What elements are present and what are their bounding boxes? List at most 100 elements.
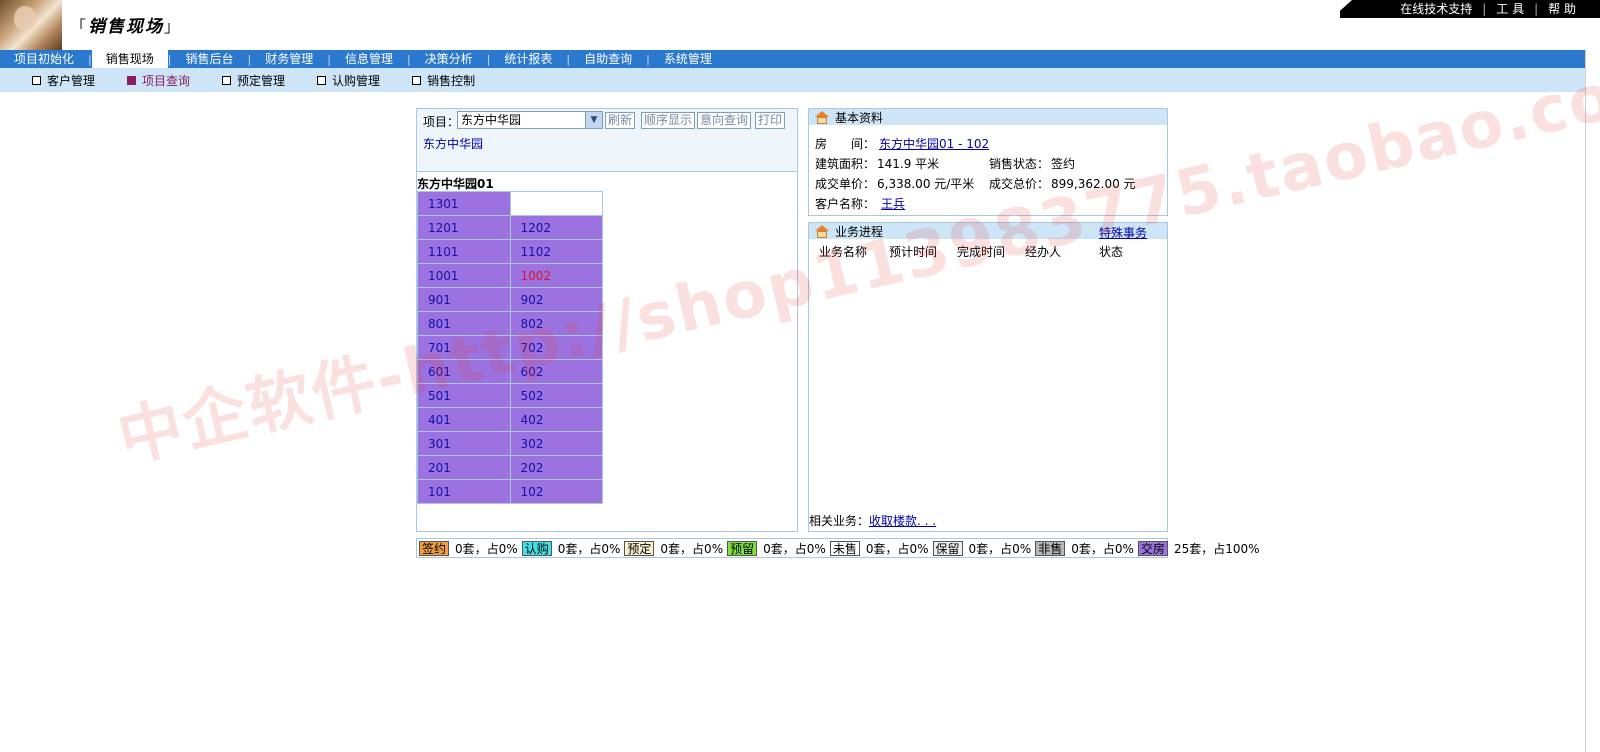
unit-cell-402[interactable]: 402 [509, 407, 603, 432]
area-value: 141.9 平米 [877, 157, 940, 171]
progress-panel: 业务进程 特殊事务 业务名称 预计时间 完成时间 经办人 状态 相关业务：收取楼… [808, 222, 1168, 532]
unit-cell-802[interactable]: 802 [509, 311, 603, 336]
unit-cell-602[interactable]: 602 [509, 359, 603, 384]
legend-swatch-4: 未售 [829, 540, 860, 556]
top-links-bar: 在线技术支持 | 工 具 | 帮 助 [1340, 0, 1600, 18]
main-nav: 项目初始化 | 销售现场 | 销售后台 | 财务管理 | 信息管理 | 决策分析… [0, 50, 1600, 68]
unit-cell-1202[interactable]: 1202 [509, 215, 603, 240]
project-select[interactable]: 东方中华园 ▼ [457, 111, 603, 129]
unit-cell-502[interactable]: 502 [509, 383, 603, 408]
customer-link[interactable]: 王兵 [881, 197, 905, 211]
total-price-row: 成交总价： 899,362.00 元 [989, 177, 1136, 191]
unit-cell-102[interactable]: 102 [509, 479, 603, 504]
unit-row: 1101 1102 [417, 239, 603, 264]
nav-reports[interactable]: 统计报表 [490, 50, 566, 68]
nav-sales-backend[interactable]: 销售后台 [171, 50, 247, 68]
checkbox-icon [32, 75, 41, 85]
unit-cell-901[interactable]: 901 [417, 287, 511, 312]
nav-finance[interactable]: 财务管理 [251, 50, 327, 68]
unit-row: 401 402 [417, 407, 603, 432]
collect-payment-link[interactable]: 收取楼款. . . [869, 514, 936, 528]
legend-count-1: 0套，占0% [557, 541, 621, 556]
app-header: 「销售现场」 在线技术支持 | 工 具 | 帮 助 [0, 0, 1600, 50]
refresh-button[interactable]: 刷新 [605, 112, 636, 129]
col-business-name: 业务名称 [819, 245, 868, 259]
nav-project-init[interactable]: 项目初始化 [0, 50, 88, 68]
unit-cell-902[interactable]: 902 [509, 287, 603, 312]
nav-decision[interactable]: 决策分析 [411, 50, 487, 68]
unit-cell-401[interactable]: 401 [417, 407, 511, 432]
room-row: 房 间： 东方中华园01 - 102 [815, 137, 990, 151]
unit-cell-601[interactable]: 601 [417, 359, 511, 384]
project-select-value: 东方中华园 [461, 113, 522, 127]
unit-cell-301[interactable]: 301 [417, 431, 511, 456]
checkbox-icon [317, 75, 327, 85]
nav-info[interactable]: 信息管理 [331, 50, 407, 68]
unit-cell-1001[interactable]: 1001 [417, 263, 511, 288]
legend-count-0: 0套，占0% [455, 541, 518, 556]
tools-link[interactable]: 工 具 [1496, 2, 1524, 16]
status-value: 签约 [1051, 157, 1076, 171]
subnav-sales-control[interactable]: 销售控制 [412, 72, 475, 89]
sequence-display-button[interactable]: 顺序显示 [641, 112, 696, 129]
intent-query-button[interactable]: 意向查询 [697, 112, 752, 129]
project-label: 项目： [423, 115, 460, 129]
subnav-project-query[interactable]: 项目查询 [127, 72, 190, 89]
room-link[interactable]: 东方中华园01 - 102 [879, 137, 989, 151]
house-icon [815, 224, 829, 238]
help-link[interactable]: 帮 助 [1548, 2, 1576, 16]
building-title: 东方中华园01 [417, 177, 494, 191]
basic-info-title: 基本资料 [835, 110, 884, 125]
page-scroll-edge [1585, 50, 1600, 752]
unit-cell-702[interactable]: 702 [509, 335, 603, 360]
subnav-subscription[interactable]: 认购管理 [317, 72, 380, 89]
unit-cell-201[interactable]: 201 [417, 455, 511, 480]
unit-cell-1002[interactable]: 1002 [509, 263, 603, 288]
related-business: 相关业务：收取楼款. . . [809, 514, 937, 528]
unit-row: 501 502 [417, 383, 603, 408]
unit-cell-801[interactable]: 801 [417, 311, 511, 336]
unit-cell-302[interactable]: 302 [509, 431, 603, 456]
unit-panel: 项目： 东方中华园 ▼ 刷新 顺序显示 意向查询 打印 东方中华园 东方中华园0… [416, 108, 798, 532]
chevron-down-icon[interactable]: ▼ [585, 112, 602, 128]
subnav-reservation[interactable]: 预定管理 [222, 72, 285, 89]
print-button[interactable]: 打印 [755, 112, 786, 129]
unit-cell-1201[interactable]: 1201 [417, 215, 511, 240]
legend-swatch-7: 交房 [1137, 540, 1168, 556]
online-support-link[interactable]: 在线技术支持 [1400, 2, 1472, 16]
legend-swatch-6: 非售 [1035, 540, 1066, 556]
subnav-customer[interactable]: 客户管理 [32, 72, 95, 89]
unit-row: 1001 1002 [417, 263, 603, 288]
unit-price-value: 6,338.00 元/平米 [877, 177, 975, 191]
basic-info-panel: 基本资料 房 间： 东方中华园01 - 102 建筑面积： 141.9 平米 销售状… [808, 108, 1168, 216]
area-row: 建筑面积： 141.9 平米 [815, 157, 940, 171]
unit-row: 601 602 [417, 359, 603, 384]
col-handler: 经办人 [1025, 245, 1062, 259]
project-toolbar: 项目： 东方中华园 ▼ 刷新 顺序显示 意向查询 打印 东方中华园 [417, 109, 797, 172]
checkbox-icon [222, 75, 232, 85]
unit-cell-101[interactable]: 101 [417, 479, 511, 504]
col-planned-time: 预计时间 [889, 245, 938, 259]
unit-cell-202[interactable]: 202 [509, 455, 603, 480]
checkbox-filled-icon [127, 75, 137, 85]
unit-row: 801 802 [417, 311, 603, 336]
unit-row: 101 102 [417, 479, 603, 504]
unit-cell-1101[interactable]: 1101 [417, 239, 511, 264]
unit-cell-701[interactable]: 701 [417, 335, 511, 360]
legend-count-5: 0套，占0% [968, 541, 1032, 556]
unit-cell-1102[interactable]: 1102 [509, 239, 603, 264]
unit-row: 901 902 [417, 287, 603, 312]
project-name-link[interactable]: 东方中华园 [423, 135, 483, 152]
nav-sales-site[interactable]: 销售现场 [91, 50, 168, 68]
status-legend: 签约 0套，占0% 认购 0套，占0% 预定 0套，占0% 预留 0套，占0% 未售 0套，占0%… [416, 538, 1260, 558]
nav-system[interactable]: 系统管理 [650, 50, 726, 68]
unit-cell-501[interactable]: 501 [417, 383, 511, 408]
col-status: 状态 [1099, 245, 1124, 259]
basic-info-header: 基本资料 [809, 109, 1167, 125]
unit-cell-1301[interactable]: 1301 [417, 191, 511, 216]
legend-swatch-3: 预留 [727, 540, 758, 556]
legend-count-2: 0套，占0% [660, 541, 724, 556]
progress-title: 业务进程 [835, 224, 884, 239]
nav-self-query[interactable]: 自助查询 [570, 50, 646, 68]
special-affairs-link[interactable]: 特殊事务 [1099, 224, 1147, 241]
